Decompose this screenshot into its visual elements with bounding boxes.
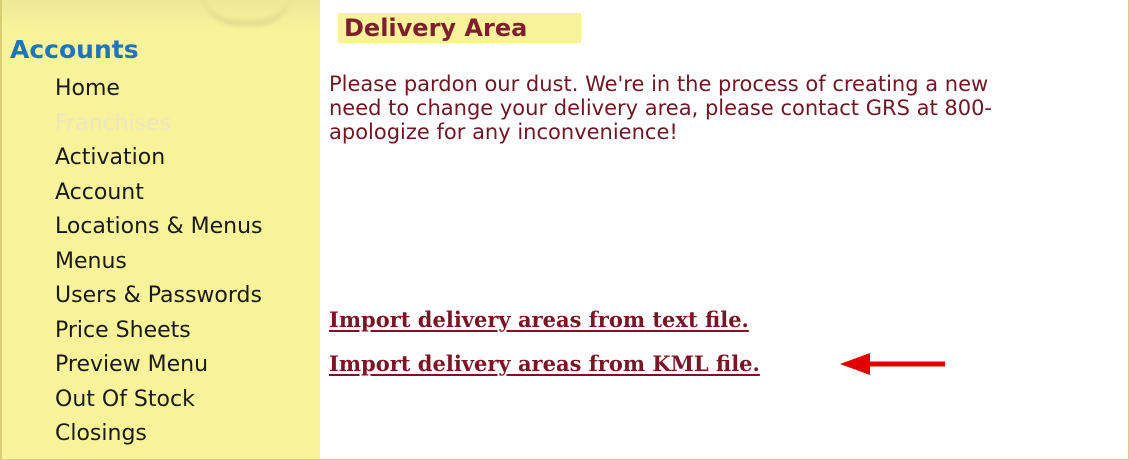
- sidebar-item-locations-menus[interactable]: Locations & Menus: [55, 212, 263, 247]
- sidebar-item-users-passwords[interactable]: Users & Passwords: [55, 281, 263, 316]
- sidebar-item-closings[interactable]: Closings: [55, 419, 263, 454]
- page-title: Delivery Area: [338, 13, 581, 43]
- account-admin-page: Accounts Home Franchises Activation Acco…: [0, 0, 1129, 460]
- sidebar-item-preview-menu[interactable]: Preview Menu: [55, 350, 263, 385]
- delivery-area-content: Delivery Area Please pardon our dust. We…: [320, 0, 1128, 459]
- left-arrow-icon: [840, 353, 945, 375]
- notice-line-3: apologize for any inconvenience!: [329, 120, 678, 144]
- sidebar-nav: Home Franchises Activation Account Locat…: [55, 74, 263, 454]
- import-kml-file-link[interactable]: Import delivery areas from KML file.: [329, 351, 760, 376]
- sidebar-item-franchises: Franchises: [55, 110, 172, 136]
- accounts-sidebar: Accounts Home Franchises Activation Acco…: [2, 0, 320, 459]
- notice-line-2: need to change your delivery area, pleas…: [329, 96, 993, 120]
- sidebar-title: Accounts: [10, 35, 139, 64]
- sidebar-item-out-of-stock[interactable]: Out Of Stock: [55, 385, 263, 420]
- sidebar-item-menus[interactable]: Menus: [55, 247, 263, 282]
- sidebar-item-price-sheets[interactable]: Price Sheets: [55, 316, 263, 351]
- sidebar-item-home[interactable]: Home: [55, 74, 263, 109]
- import-text-file-link[interactable]: Import delivery areas from text file.: [329, 307, 749, 332]
- sidebar-item-activation[interactable]: Activation: [55, 143, 263, 178]
- delivery-area-notice: Please pardon our dust. We're in the pro…: [329, 72, 1128, 144]
- sidebar-item-account[interactable]: Account: [55, 178, 263, 213]
- notice-line-1: Please pardon our dust. We're in the pro…: [329, 72, 989, 96]
